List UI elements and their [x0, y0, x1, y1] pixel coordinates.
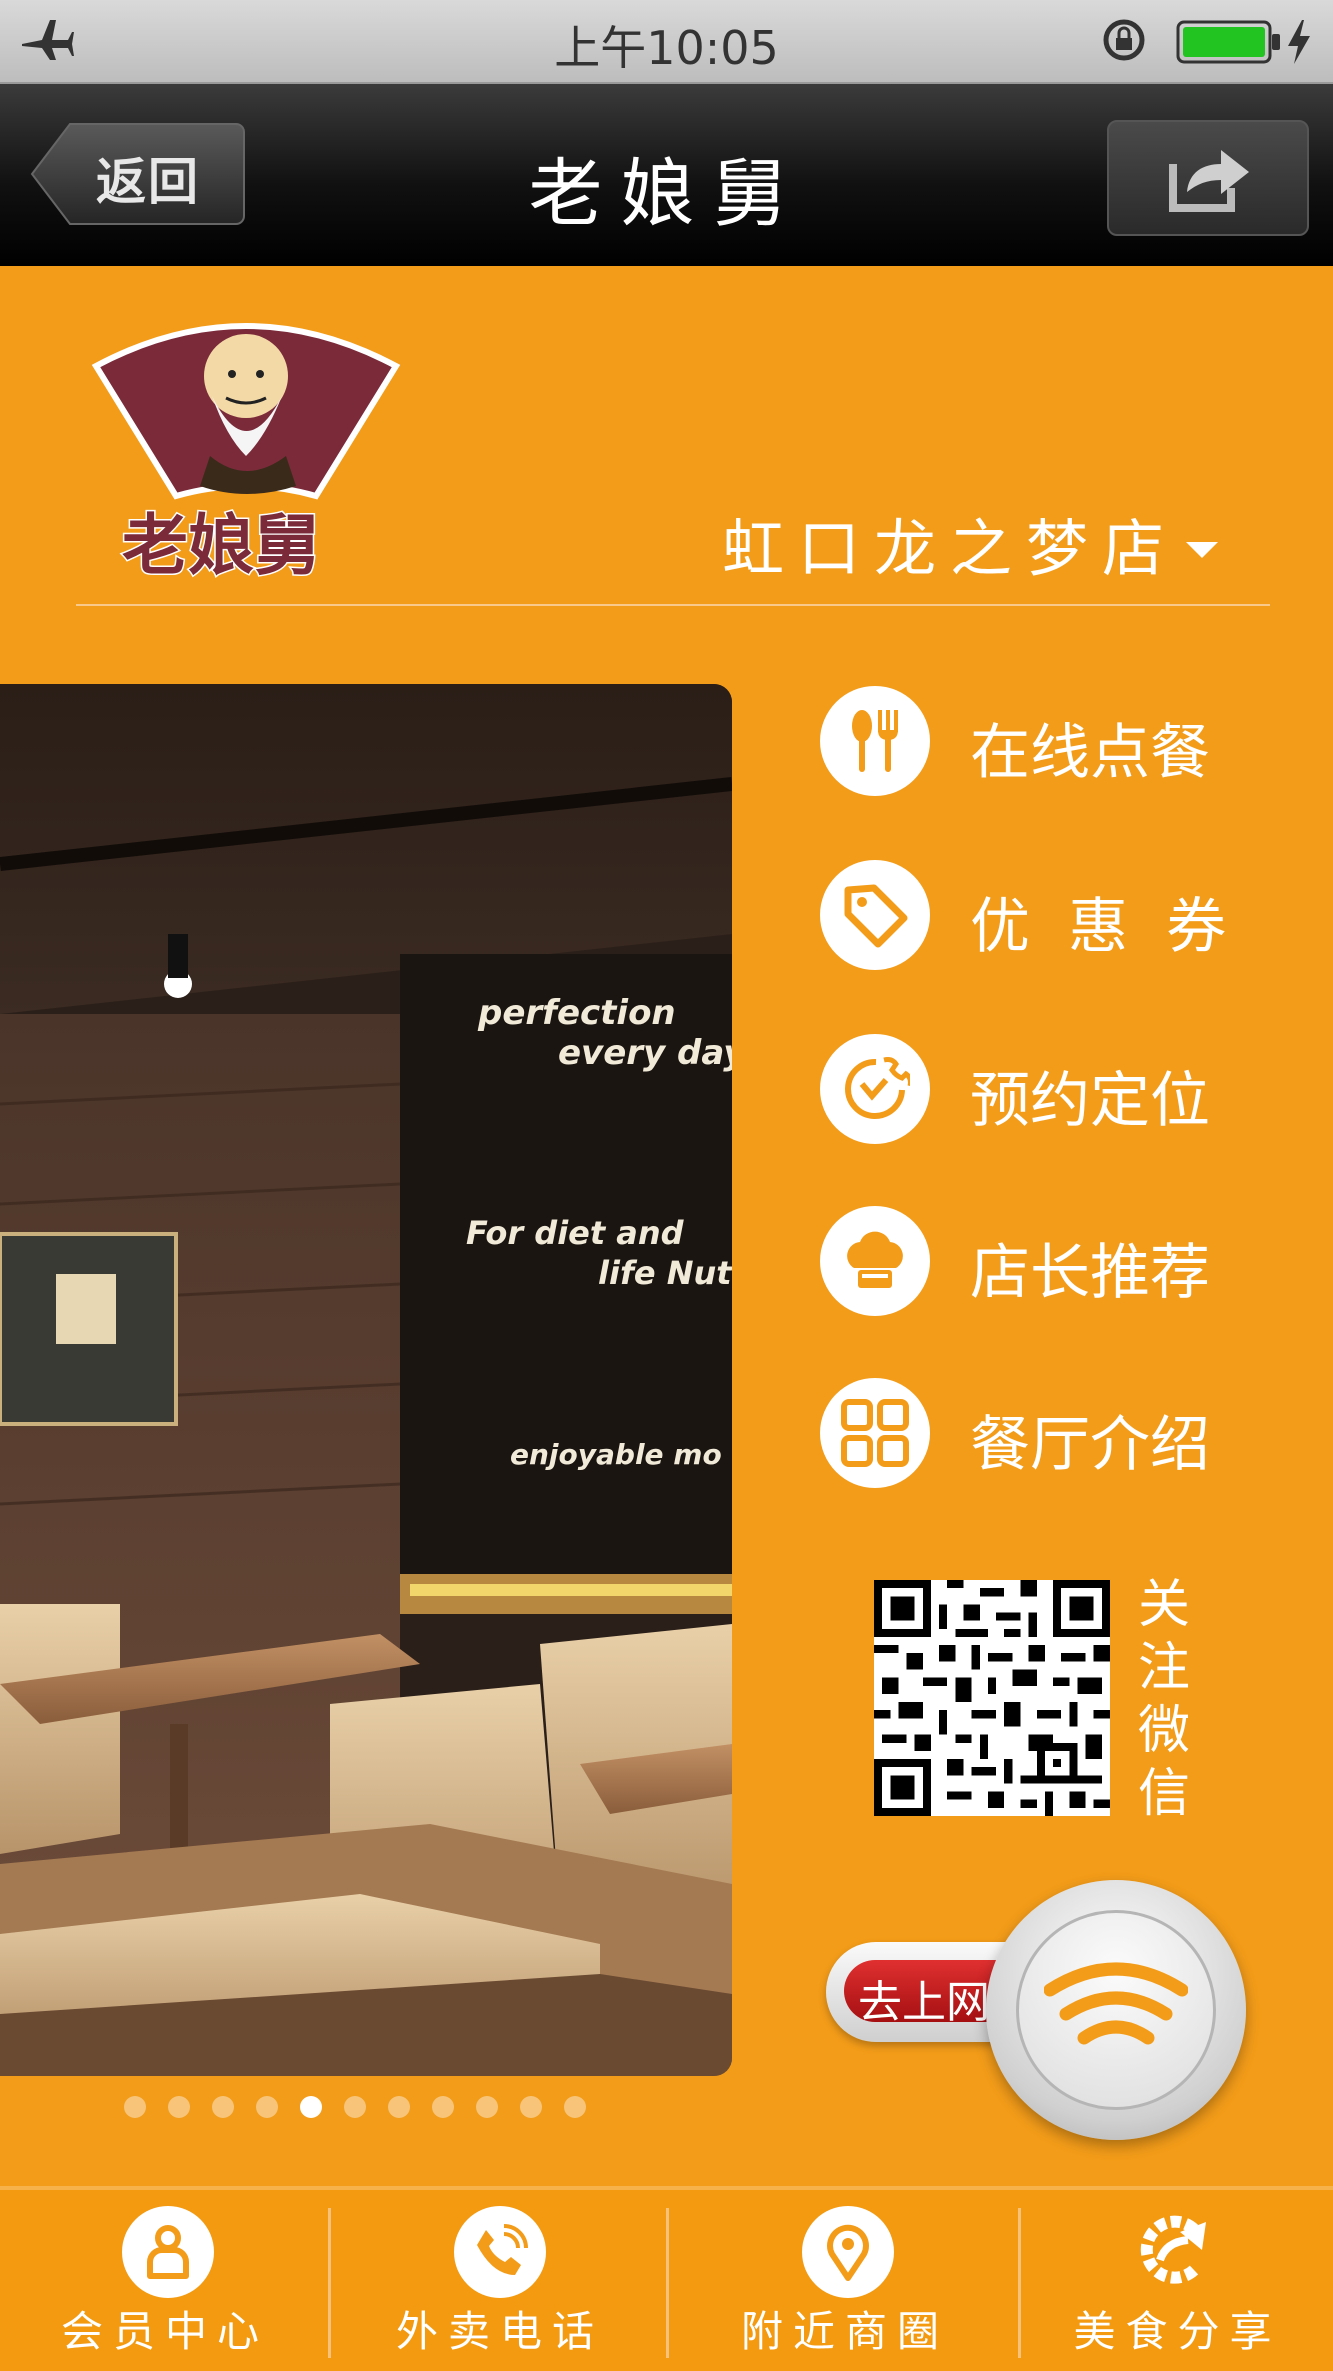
chef-hat-icon — [847, 1231, 903, 1288]
wifi-button[interactable] — [986, 1880, 1246, 2140]
carousel-dot[interactable] — [520, 2096, 542, 2118]
share-icon — [1169, 150, 1249, 212]
menu-label: 在线点餐 — [970, 718, 1210, 788]
tab-divider — [328, 2208, 331, 2358]
wall-text-4: life Nut — [598, 1254, 732, 1292]
carousel-dot[interactable] — [388, 2096, 410, 2118]
member-icon — [147, 2225, 189, 2279]
follow-wechat-label: 关注微信 — [1137, 1575, 1190, 1824]
bottom-navigation: 会员中心 外卖电话 附近商圈 美食分享 — [0, 2186, 1333, 2371]
menu-icon-bg — [820, 860, 930, 970]
tab-label: 美食分享 — [1073, 2307, 1282, 2356]
store-selector[interactable]: 虹口龙之梦店 — [722, 498, 1219, 585]
menu-online-order[interactable]: 在线点餐 — [820, 686, 1300, 798]
wifi-icon — [1044, 1962, 1188, 2045]
coupon-tag-icon — [844, 884, 908, 948]
tab-icon-bg — [802, 2206, 894, 2298]
share-arrow-icon — [1140, 2215, 1206, 2284]
grid-icon — [841, 1399, 909, 1467]
reservation-clock-icon — [845, 1057, 910, 1119]
menu-label: 餐厅介绍 — [970, 1410, 1210, 1480]
carousel-dot[interactable] — [344, 2096, 366, 2118]
fork-knife-icon — [852, 710, 898, 772]
charging-icon — [1288, 20, 1310, 64]
location-pin-icon — [827, 2224, 869, 2281]
menu-icon-bg — [820, 1034, 930, 1144]
phone-icon — [477, 2224, 528, 2275]
carousel-dot[interactable] — [476, 2096, 498, 2118]
tab-icon-bg — [1130, 2206, 1222, 2298]
tab-icon-bg — [454, 2206, 546, 2298]
wall-text-3: For diet and — [466, 1214, 685, 1252]
menu-label: 店长推荐 — [970, 1238, 1210, 1308]
brand-logo: 老娘舅 — [91, 323, 401, 582]
tab-label: 附近商圈 — [740, 2307, 949, 2356]
tab-nearby[interactable]: 附近商圈 — [670, 2190, 1020, 2371]
tab-icon-bg — [122, 2206, 214, 2298]
menu-icon-bg — [820, 686, 930, 796]
menu-reservation[interactable]: 预约定位 — [820, 1034, 1300, 1146]
navigation-bar: 返回 老娘舅 — [0, 84, 1333, 266]
store-name: 虹口龙之梦店 — [722, 512, 1179, 585]
carousel-dot[interactable] — [564, 2096, 586, 2118]
menu-manager-recommend[interactable]: 店长推荐 — [820, 1206, 1300, 1318]
dropdown-caret-icon — [1186, 541, 1219, 558]
carousel-dot[interactable] — [168, 2096, 190, 2118]
wall-text-2: every day — [558, 1033, 732, 1073]
carousel-dot[interactable] — [432, 2096, 454, 2118]
tab-label: 外卖电话 — [395, 2307, 604, 2356]
carousel-dot[interactable] — [256, 2096, 278, 2118]
menu-icon-bg — [820, 1378, 930, 1488]
battery-icon — [1176, 20, 1280, 64]
logo-text: 老娘舅 — [122, 506, 320, 582]
menu-icon-bg — [820, 1206, 930, 1316]
menu-label: 优 惠 券 — [970, 892, 1227, 962]
tab-food-share[interactable]: 美食分享 — [1022, 2190, 1333, 2371]
tab-label: 会员中心 — [60, 2307, 269, 2356]
tab-divider — [1018, 2208, 1021, 2358]
header-divider — [76, 604, 1270, 606]
menu-restaurant-intro[interactable]: 餐厅介绍 — [820, 1378, 1300, 1490]
share-button[interactable] — [1107, 120, 1309, 236]
tab-member-center[interactable]: 会员中心 — [0, 2190, 330, 2371]
carousel-dot[interactable] — [212, 2096, 234, 2118]
menu-label: 预约定位 — [970, 1066, 1210, 1136]
tab-delivery-phone[interactable]: 外卖电话 — [332, 2190, 668, 2371]
wall-text-5: enjoyable mo — [510, 1438, 722, 1471]
carousel-dot[interactable] — [124, 2096, 146, 2118]
menu-coupons[interactable]: 优 惠 券 — [820, 860, 1300, 972]
wall-text-1: perfection — [477, 993, 676, 1033]
wechat-qr-code — [874, 1580, 1110, 1816]
restaurant-interior-image: perfection every day For diet and life N… — [0, 684, 732, 2076]
restaurant-photo[interactable]: perfection every day For diet and life N… — [0, 684, 732, 2076]
tab-divider — [666, 2208, 669, 2358]
status-bar: 上午10:05 — [0, 0, 1333, 84]
carousel-dot[interactable] — [300, 2096, 322, 2118]
rotation-lock-icon — [1103, 19, 1145, 61]
go-online-label: 去上网 — [858, 1977, 990, 2028]
qr-code-image — [874, 1580, 1110, 1816]
